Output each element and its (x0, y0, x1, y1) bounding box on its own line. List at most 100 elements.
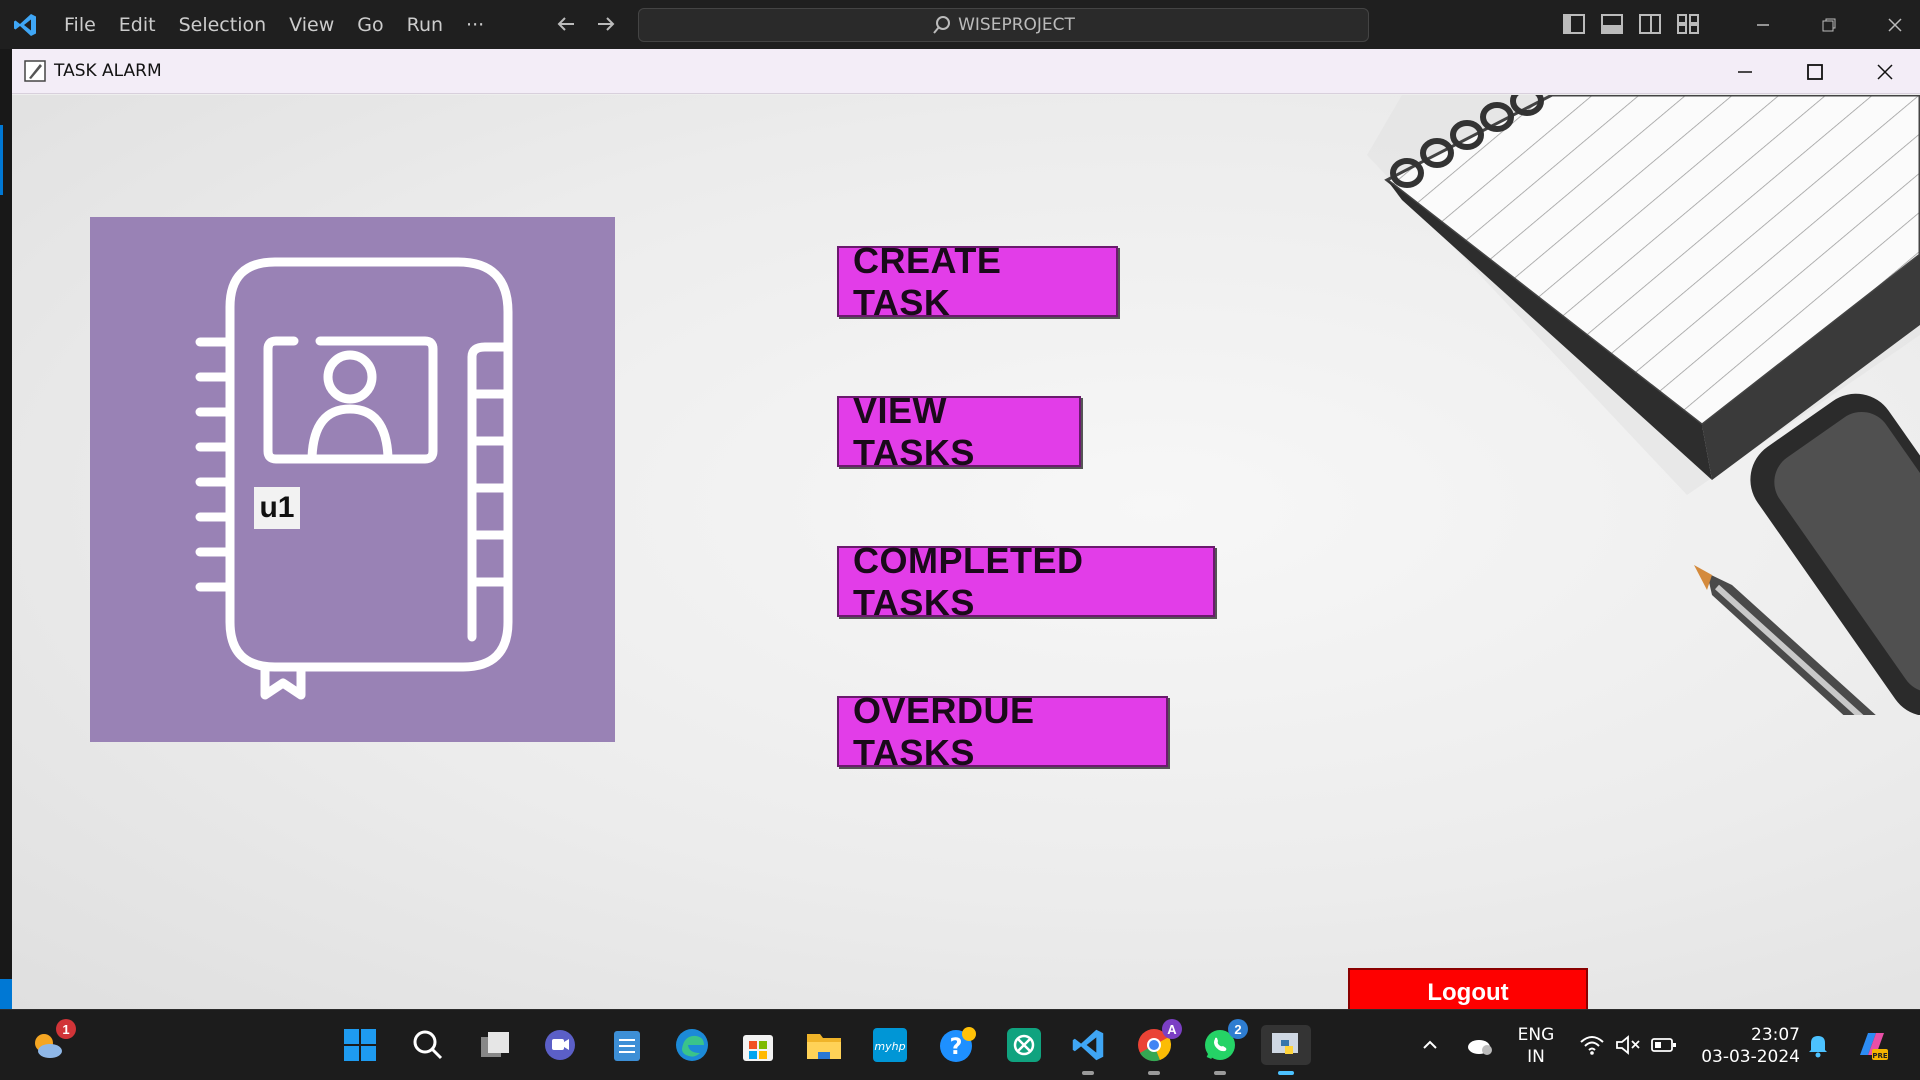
layout-controls (1563, 14, 1699, 34)
teams-icon (545, 1030, 575, 1060)
start-icon (344, 1029, 376, 1061)
search-icon (933, 16, 951, 34)
task-alarm-window: TASK ALARM u1 CREATE TASK VIEW TASKS COM… (12, 49, 1920, 1009)
running-indicator (1082, 1071, 1094, 1075)
vscode-taskbar-button[interactable] (1068, 1025, 1108, 1075)
active-app-indicator (1278, 1071, 1294, 1075)
menu-more[interactable]: ··· (466, 14, 484, 36)
vscode-minimize-button[interactable] (1730, 0, 1796, 49)
myhp-icon: myhp (873, 1028, 907, 1062)
svg-text:?: ? (950, 1035, 963, 1060)
forward-arrow-icon[interactable] (595, 12, 617, 36)
menu-view[interactable]: View (289, 14, 334, 36)
vscode-close-button[interactable] (1862, 0, 1920, 49)
help-button[interactable]: ? (938, 1025, 978, 1065)
vscode-restore-button[interactable] (1796, 0, 1862, 49)
search-text: WISEPROJECT (958, 15, 1075, 35)
notepad-button[interactable] (607, 1025, 647, 1065)
notifications-button[interactable] (1798, 1025, 1838, 1065)
logout-button[interactable]: Logout (1348, 968, 1588, 1009)
vscode-icon (1072, 1029, 1104, 1061)
menu-run[interactable]: Run (407, 14, 443, 36)
chrome-button[interactable]: A (1134, 1019, 1182, 1075)
maximize-button[interactable] (1780, 49, 1850, 94)
command-center-search[interactable]: WISEPROJECT (638, 8, 1369, 42)
back-arrow-icon[interactable] (555, 12, 577, 36)
toggle-panel-icon[interactable] (1601, 14, 1623, 34)
windows-taskbar: 1 myhp ? A 2 ENG IN 23:07 03-03-2024 PRE (0, 1009, 1920, 1080)
window-title-bar: TASK ALARM (12, 49, 1920, 94)
edge-icon (676, 1029, 708, 1061)
onedrive-tray[interactable] (1460, 1025, 1500, 1065)
completed-tasks-button[interactable]: COMPLETED TASKS (837, 540, 1215, 623)
volume-tray[interactable] (1608, 1025, 1648, 1065)
chatgpt-button[interactable] (1004, 1025, 1044, 1065)
menu-file[interactable]: File (64, 14, 96, 36)
svg-text:myhp: myhp (874, 1040, 905, 1053)
overdue-tasks-button[interactable]: OVERDUE TASKS (837, 690, 1168, 773)
python-app-button[interactable] (1261, 1025, 1311, 1075)
activity-bar-edge (0, 49, 12, 1009)
username-label: u1 (254, 487, 300, 529)
battery-tray[interactable] (1644, 1025, 1684, 1065)
minimize-button[interactable] (1710, 49, 1780, 94)
file-explorer-button[interactable] (804, 1025, 844, 1065)
file-explorer-icon (807, 1034, 841, 1059)
store-button[interactable] (738, 1025, 778, 1065)
menu-bar: File Edit Selection View Go Run ··· (64, 0, 507, 49)
wifi-tray[interactable] (1572, 1025, 1612, 1065)
myhp-button[interactable]: myhp (870, 1025, 910, 1065)
menu-go[interactable]: Go (357, 14, 383, 36)
maximize-icon (1807, 63, 1823, 80)
language-region: IN (1527, 1047, 1545, 1067)
create-task-button[interactable]: CREATE TASK (837, 240, 1118, 323)
close-button[interactable] (1850, 49, 1920, 94)
edge-button[interactable] (672, 1025, 712, 1065)
whatsapp-button[interactable]: 2 (1200, 1019, 1248, 1075)
chevron-up-icon (1423, 1040, 1437, 1049)
profile-logo-card (90, 217, 615, 742)
copilot-button[interactable]: PRE (1852, 1025, 1892, 1065)
menu-edit[interactable]: Edit (119, 14, 156, 36)
taskbar-search-button[interactable] (408, 1025, 448, 1065)
toggle-secondary-sidebar-icon[interactable] (1639, 14, 1661, 34)
menu-selection[interactable]: Selection (179, 14, 267, 36)
language-indicator[interactable]: ENG IN (1516, 1024, 1556, 1068)
svg-text:PRE: PRE (1872, 1052, 1888, 1060)
minimize-icon (1738, 70, 1752, 73)
clock-date: 03-03-2024 (1701, 1047, 1800, 1067)
close-icon (1888, 17, 1902, 32)
whatsapp-badge: 2 (1228, 1019, 1248, 1039)
notebook-decoration (1367, 95, 1920, 715)
view-tasks-button[interactable]: VIEW TASKS (837, 390, 1081, 473)
vscode-window-controls (1730, 0, 1920, 49)
cloud-icon (1468, 1040, 1492, 1055)
copilot-icon: PRE (1860, 1033, 1888, 1060)
nav-arrows (555, 12, 617, 36)
python-icon (1272, 1033, 1298, 1054)
clock[interactable]: 23:07 03-03-2024 (1700, 1024, 1800, 1068)
help-icon: ? (940, 1027, 976, 1062)
battery-icon (1651, 1038, 1676, 1052)
search-icon (413, 1030, 443, 1060)
running-indicator (1214, 1071, 1226, 1075)
weather-widget[interactable]: 1 (28, 1019, 76, 1065)
task-view-icon (481, 1032, 509, 1057)
notepad-icon (614, 1031, 640, 1061)
toggle-primary-sidebar-icon[interactable] (1563, 14, 1585, 34)
restore-icon (1822, 18, 1836, 31)
status-indicator (0, 979, 12, 1009)
running-indicator (1148, 1071, 1160, 1075)
start-button[interactable] (340, 1025, 380, 1065)
main-content: u1 CREATE TASK VIEW TASKS COMPLETED TASK… (12, 95, 1920, 1009)
chrome-profile-badge: A (1162, 1019, 1182, 1039)
wifi-icon (1580, 1036, 1604, 1055)
vscode-logo-icon (14, 14, 36, 36)
language-code: ENG (1517, 1025, 1555, 1045)
customize-layout-icon[interactable] (1677, 14, 1699, 34)
show-hidden-icons-button[interactable] (1410, 1025, 1450, 1065)
task-view-button[interactable] (475, 1025, 515, 1065)
chatgpt-icon (1007, 1028, 1041, 1062)
minimize-icon (1757, 23, 1769, 26)
teams-button[interactable] (540, 1025, 580, 1065)
